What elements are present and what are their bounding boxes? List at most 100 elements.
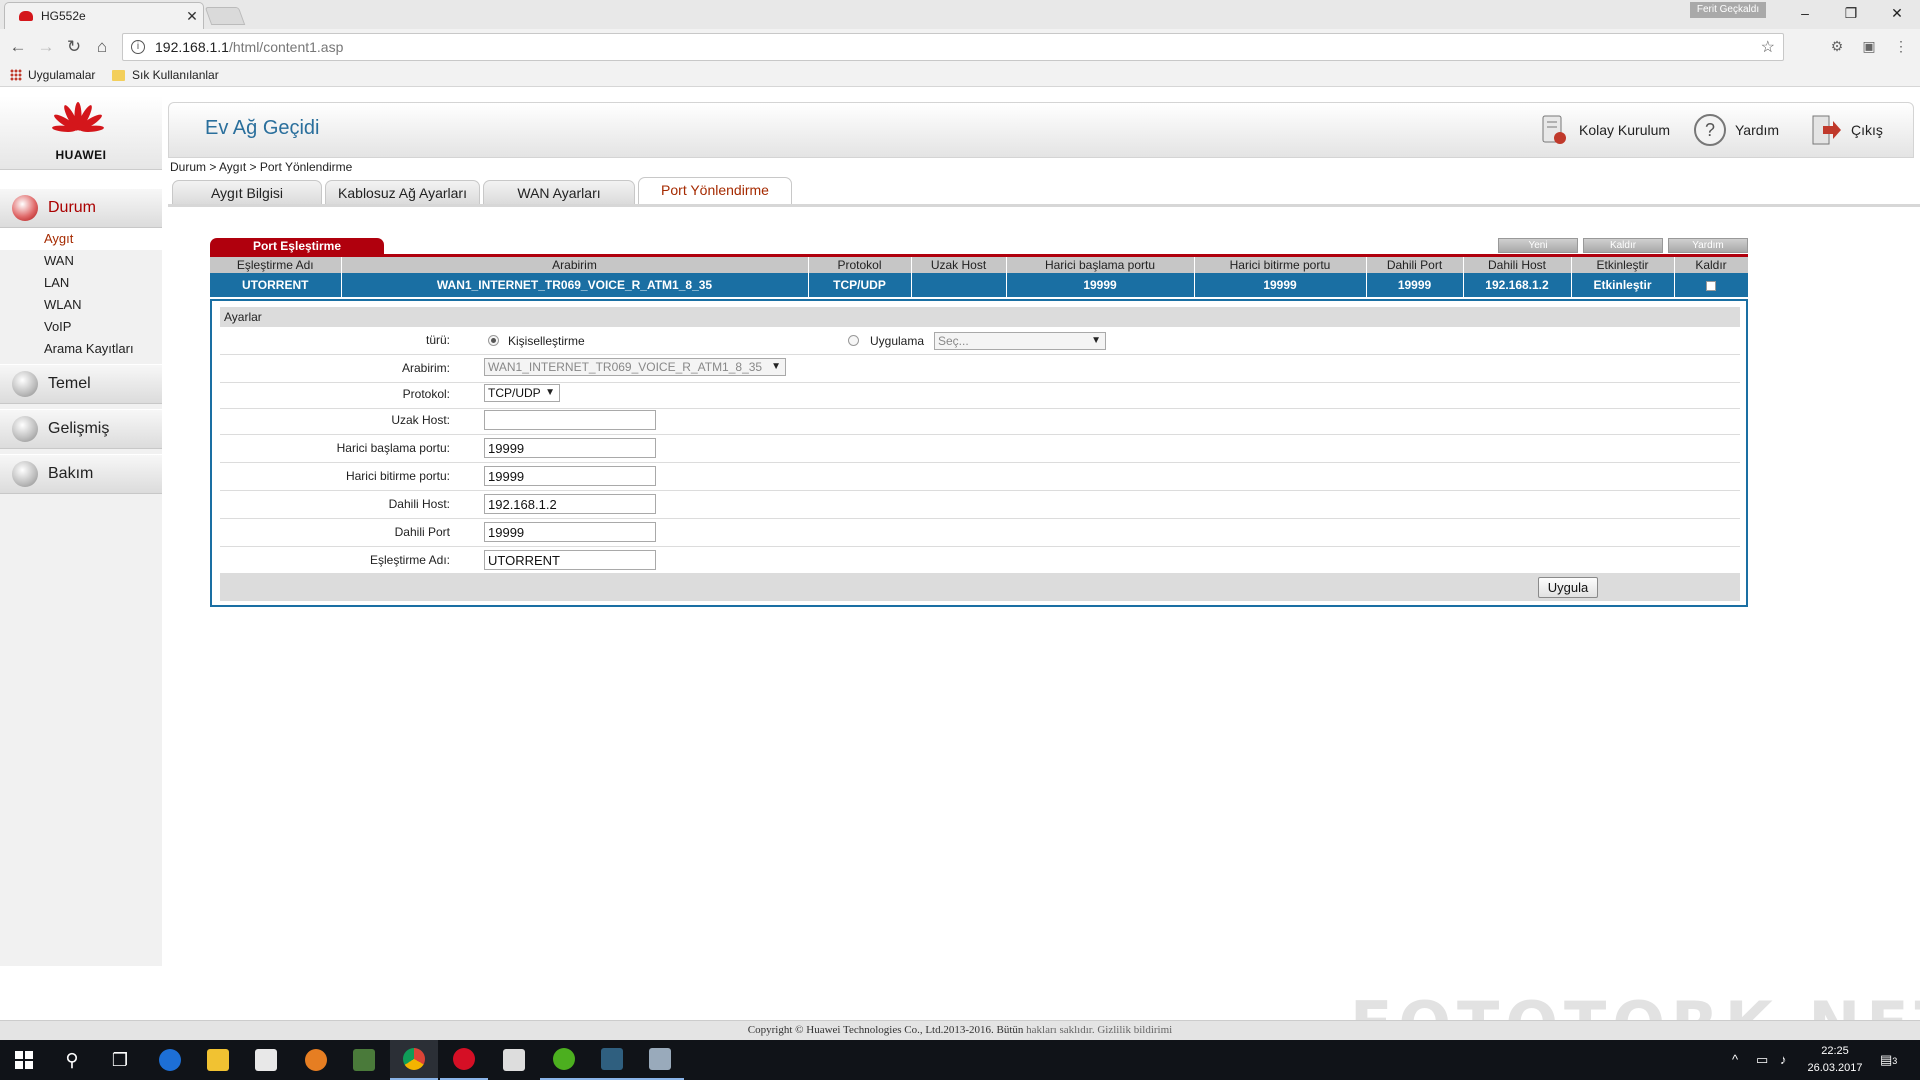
windows-start-icon[interactable] [0,1040,48,1080]
basic-settings-icon [12,371,38,397]
paint-app-icon[interactable] [636,1040,684,1080]
url-path: /html/content1.asp [228,39,344,55]
mapping-name-row: Eşleştirme Adı: [220,547,1740,575]
column-header: Harici bitirme portu [1194,257,1367,273]
remove-checkbox[interactable] [1706,280,1716,291]
tab-device-info[interactable]: Aygıt Bilgisi [172,180,322,205]
header-button-label: Yardım [1735,122,1780,138]
remove-button[interactable]: Kaldır [1583,238,1663,253]
ext-end-label: Harici bitirme portu: [345,469,450,483]
settings-footer: Uygula [220,573,1740,601]
rights-link[interactable]: hakları saklıdır. [1026,1024,1094,1036]
mapping-name-input[interactable] [484,550,656,570]
sidebar-sub-wan[interactable]: WAN [44,253,74,268]
address-bar[interactable]: i 192.168.1.1 /html/content1.asp ☆ [122,33,1784,61]
sidebar-sub-call-log[interactable]: Arama Kayıtları [44,341,134,356]
menu-icon[interactable]: ⋮ [1892,37,1910,55]
site-info-icon[interactable]: i [131,40,145,54]
task-view-icon[interactable]: ❐ [96,1040,144,1080]
store-icon[interactable] [242,1040,290,1080]
utorrent-icon[interactable] [540,1040,588,1080]
chrome-icon[interactable] [390,1040,438,1080]
logout-button[interactable]: Çıkış [1809,113,1883,147]
tab-port-forwarding[interactable]: Port Yönlendirme [638,177,792,205]
extension-2-icon[interactable]: ▣ [1860,37,1878,55]
media-player-icon[interactable] [292,1040,340,1080]
sidebar-item-temel[interactable]: Temel [0,364,162,404]
notification-icon[interactable]: ▤3 [1880,1052,1897,1068]
tray-chevron-icon[interactable]: ^ [1732,1052,1738,1067]
table-cell: 192.168.1.2 [1463,273,1572,297]
bookmark-favorites[interactable]: Sık Kullanılanlar [112,68,219,82]
column-header: Eşleştirme Adı [210,257,342,273]
int-port-row: Dahili Port [220,519,1740,547]
sidebar-item-bakim[interactable]: Bakım [0,454,162,494]
sidebar-item-label: Gelişmiş [48,420,110,437]
home-icon[interactable]: ⌂ [90,35,114,59]
column-header: Protokol [808,257,912,273]
privacy-link[interactable]: Gizlilik bildirimi [1097,1024,1172,1036]
close-window-icon[interactable]: ✕ [1874,0,1920,26]
sidebar-sub-aygit[interactable]: Aygıt [44,231,73,246]
browser-tab-active[interactable]: HG552e ✕ [4,2,204,29]
application-radio[interactable] [848,335,859,346]
extension-icon[interactable]: ⚙ [1828,37,1846,55]
type-label: türü: [425,333,450,347]
remove-cell [1674,273,1749,297]
sidebar-item-durum[interactable]: Durum [0,188,162,228]
calculator-icon[interactable] [490,1040,538,1080]
settings-panel: Ayarlar türü: Kişiselleştirme Uygulama S… [210,299,1748,607]
bookmark-label: Uygulamalar [28,68,96,82]
interface-select[interactable]: WAN1_INTERNET_TR069_VOICE_R_ATM1_8_35 ▼ [484,358,786,376]
sidebar-sub-wlan[interactable]: WLAN [44,297,82,312]
protocol-select[interactable]: TCP/UDP ▼ [484,384,560,402]
bookmark-star-icon[interactable]: ☆ [1761,37,1775,57]
video-app-icon[interactable] [588,1040,636,1080]
minimize-icon[interactable]: – [1782,0,1828,26]
new-button[interactable]: Yeni [1498,238,1578,253]
column-header: Kaldır [1674,257,1749,273]
search-icon[interactable]: ⚲ [48,1040,96,1080]
help-button[interactable]: ? Yardım [1693,113,1779,147]
application-select[interactable]: Seç... ▼ [934,332,1106,350]
back-icon[interactable]: ← [6,35,30,59]
custom-radio-label: Kişiselleştirme [508,334,585,348]
ext-end-port-input[interactable] [484,466,656,486]
help-mini-button[interactable]: Yardım [1668,238,1748,253]
table-row[interactable]: UTORRENT WAN1_INTERNET_TR069_VOICE_R_ATM… [210,273,1749,297]
easy-setup-button[interactable]: Kolay Kurulum [1537,113,1670,147]
sidebar-sub-lan[interactable]: LAN [44,275,69,290]
network-icon[interactable]: ▭ [1756,1052,1768,1068]
profile-badge[interactable]: Ferit Geçkaldı [1690,2,1766,18]
reload-icon[interactable]: ↻ [62,35,86,59]
tab-wan-settings[interactable]: WAN Ayarları [483,180,635,205]
int-port-input[interactable] [484,522,656,542]
new-tab-button[interactable] [204,7,246,25]
remote-host-input[interactable] [484,410,656,430]
tab-wireless-settings[interactable]: Kablosuz Ağ Ayarları [325,180,480,205]
apply-button[interactable]: Uygula [1538,577,1598,598]
protocol-row: Protokol: TCP/UDP ▼ [220,381,1740,409]
page-footer: Copyright © Huawei Technologies Co., Ltd… [0,1020,1920,1040]
int-host-input[interactable] [484,494,656,514]
apps-grid-icon [10,69,22,81]
ext-start-row: Harici başlama portu: [220,435,1740,463]
column-header: Uzak Host [911,257,1007,273]
close-tab-icon[interactable]: ✕ [181,8,203,25]
sidebar-sub-voip[interactable]: VoIP [44,319,71,334]
taskbar-clock[interactable]: 22:25 26.03.2017 [1800,1043,1870,1077]
volume-icon[interactable]: ♪ [1780,1052,1787,1067]
ext-start-port-input[interactable] [484,438,656,458]
sidebar-item-gelismis[interactable]: Gelişmiş [0,409,162,449]
wizard-icon [1542,115,1566,144]
forward-icon[interactable]: → [34,35,58,59]
photos-icon[interactable] [340,1040,388,1080]
restore-icon[interactable]: ❐ [1828,0,1874,26]
opera-icon[interactable] [440,1040,488,1080]
custom-radio[interactable] [488,335,499,346]
select-value: Seç... [938,334,969,348]
protocol-label: Protokol: [402,387,450,401]
file-explorer-icon[interactable] [194,1040,242,1080]
bookmark-apps[interactable]: Uygulamalar [10,68,95,82]
edge-icon[interactable] [146,1040,194,1080]
